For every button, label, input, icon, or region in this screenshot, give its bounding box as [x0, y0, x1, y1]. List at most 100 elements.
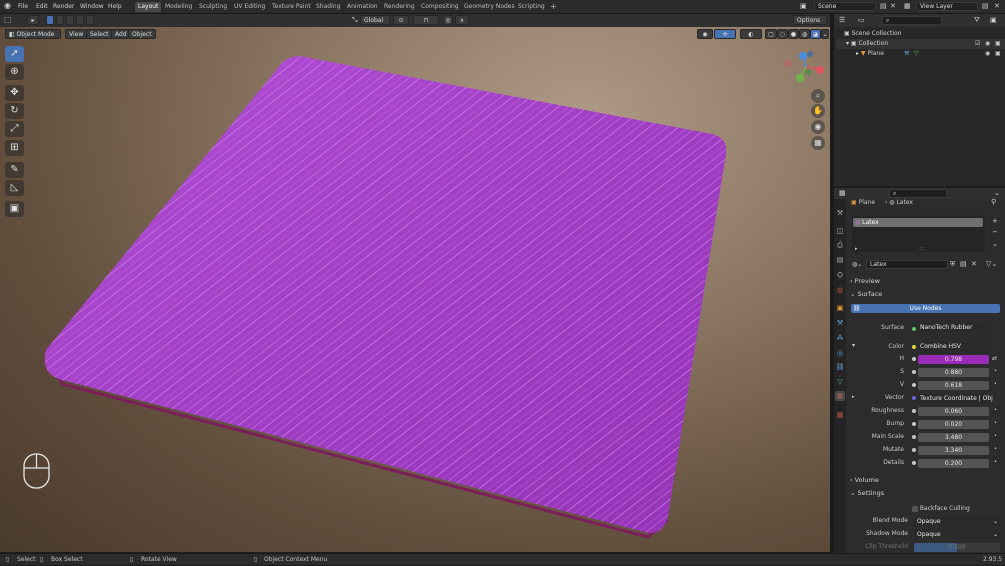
shading-options-icon[interactable]: ⌄ [821, 29, 829, 39]
shadow-mode-dropdown[interactable]: Opaque ⌄ [914, 530, 1000, 539]
cursor-tool-icon[interactable]: ⊕ [5, 64, 24, 80]
pivot-point-icon[interactable]: ⊙ [393, 15, 409, 25]
move-tool-icon[interactable]: ✥ [5, 85, 24, 101]
tab-scripting[interactable]: Scripting [515, 2, 548, 12]
view-layer-tab-icon[interactable]: ▤ [835, 255, 845, 265]
particles-tab-icon[interactable]: ⁂ [835, 333, 845, 343]
select-box-tool-icon[interactable]: ➚ [5, 46, 24, 62]
tab-shading[interactable]: Shading [313, 2, 343, 12]
scene-tab-icon[interactable]: ⛭ [835, 270, 845, 280]
shading-wireframe-icon[interactable]: ◌ [777, 29, 788, 39]
tool-tab-icon[interactable]: ⚒ [835, 208, 845, 218]
blend-mode-dropdown[interactable]: Opaque ⌄ [914, 517, 1000, 526]
falloff-icon[interactable]: ∧ [455, 15, 469, 25]
gizmo-toggle-icon[interactable]: ✣ [714, 29, 736, 39]
object-tab-icon[interactable]: ▣ [835, 303, 845, 313]
surface-section-header[interactable]: ⌄ Surface [850, 290, 882, 298]
view-layer-close-icon[interactable]: ✕ [994, 2, 1000, 10]
use-nodes-button[interactable]: ⛓ Use Nodes [851, 304, 1000, 313]
backface-culling-checkbox[interactable]: Backface Culling [912, 504, 970, 513]
link-type-icon[interactable]: ▽⌄ [986, 260, 997, 268]
slot-list-expand-icon[interactable]: ▸ [855, 246, 858, 252]
world-tab-icon[interactable]: ◍ [835, 285, 845, 295]
scene-copy-icon[interactable]: ▤ [880, 2, 887, 10]
outliner-row-collection[interactable]: ▾ ▣ Collection ☑ ◉ ▣ [836, 39, 1005, 49]
s-value-field[interactable]: 0.880 [918, 368, 989, 377]
add-cube-tool-icon[interactable]: ▣ [5, 201, 24, 217]
tab-texture-paint[interactable]: Texture Paint [269, 2, 314, 12]
select-mode-new-icon[interactable] [46, 15, 54, 25]
add-workspace-button[interactable]: + [547, 2, 560, 12]
camera-view-icon[interactable]: ◉ [811, 120, 825, 134]
axis-gizmo[interactable] [782, 49, 832, 99]
browse-material-icon[interactable]: ◍⌄ [852, 260, 864, 269]
render-tab-icon[interactable]: ◫ [835, 226, 845, 236]
3d-viewport[interactable] [0, 14, 830, 552]
pan-hand-icon[interactable]: ✋ [811, 104, 825, 118]
modifier-wrench-icon[interactable]: ⚒ [904, 49, 909, 59]
select-mode-extend-icon[interactable] [56, 15, 64, 25]
properties-search-input[interactable]: ⌕ [889, 189, 947, 198]
blender-logo-icon[interactable]: ◉ [4, 1, 11, 10]
proportional-edit-icon[interactable]: ◎ [443, 15, 453, 25]
output-tab-icon[interactable]: ⎙ [835, 240, 845, 250]
add-slot-icon[interactable]: + [992, 217, 998, 225]
collapse-icon[interactable]: ⌄ [994, 189, 1000, 197]
duplicate-material-icon[interactable]: ▤ [960, 260, 967, 268]
mutate-value-field[interactable]: 3.340 [918, 446, 989, 455]
menu-render[interactable]: Render [53, 3, 74, 10]
ortho-grid-icon[interactable]: ▦ [811, 136, 825, 150]
v-keyframe-icon[interactable]: • [994, 381, 997, 387]
tab-compositing[interactable]: Compositing [418, 2, 462, 12]
outliner-type-icon[interactable]: ☰ [839, 16, 845, 24]
viewport-menu-object[interactable]: Object [128, 29, 156, 39]
shading-solid-icon[interactable]: ● [788, 29, 799, 39]
tab-geometry-nodes[interactable]: Geometry Nodes [461, 2, 518, 12]
select-tool-icon[interactable]: ▸ [27, 15, 39, 25]
remove-slot-icon[interactable]: − [992, 228, 998, 236]
details-value-field[interactable]: 0.200 [918, 459, 989, 468]
v-value-field[interactable]: 0.618 [918, 381, 989, 390]
tab-modeling[interactable]: Modeling [162, 2, 195, 12]
options-dropdown[interactable]: Options [793, 15, 827, 25]
tab-rendering[interactable]: Rendering [381, 2, 418, 12]
select-mode-intersect-icon[interactable] [86, 15, 94, 25]
roughness-value-field[interactable]: 0.060 [918, 407, 989, 416]
scene-selector[interactable]: Scene [814, 2, 876, 11]
fake-user-icon[interactable]: ⛨ [950, 260, 955, 269]
slot-list-resize-icon[interactable]: :::: [918, 246, 925, 252]
mesh-data-icon[interactable]: ▽ [914, 49, 919, 59]
h-keyframe-icon[interactable]: ⇄ [992, 355, 997, 362]
settings-section-header[interactable]: ⌄ Settings [850, 489, 884, 497]
display-mode-icon[interactable]: ▭ [858, 16, 865, 24]
select-mode-subtract-icon[interactable] [66, 15, 74, 25]
view-layer-copy-icon[interactable]: ▤ [982, 2, 989, 10]
s-keyframe-icon[interactable]: • [994, 368, 997, 374]
new-collection-icon[interactable]: ▣ [990, 16, 997, 24]
bump-value-field[interactable]: 0.020 [918, 420, 989, 429]
main-scale-keyframe-icon[interactable]: • [994, 433, 997, 439]
material-slot-row[interactable]: ◍ Latex [853, 218, 983, 227]
viewport-menu-select[interactable]: Select [86, 29, 113, 39]
tab-layout[interactable]: Layout [135, 2, 162, 12]
tab-uv-editing[interactable]: UV Editing [231, 2, 268, 12]
visibility-eye-icon[interactable]: ◉ [985, 39, 990, 49]
select-mode-invert-icon[interactable] [76, 15, 84, 25]
vector-input-field[interactable]: Texture Coordinate | Obje... [918, 394, 993, 403]
h-value-field[interactable]: 0.798 [918, 355, 989, 364]
slot-specials-icon[interactable]: ⌄ [992, 240, 998, 248]
tab-animation[interactable]: Animation [344, 2, 381, 12]
bump-keyframe-icon[interactable]: • [994, 420, 997, 426]
surface-shader-field[interactable]: NanoTech Rubber [918, 323, 989, 332]
transform-tool-icon[interactable]: ⊞ [5, 140, 24, 156]
visibility-eye-icon[interactable]: ◉ [985, 49, 990, 59]
properties-type-icon[interactable]: ▦ [839, 189, 846, 197]
details-keyframe-icon[interactable]: • [994, 459, 997, 465]
measure-tool-icon[interactable]: ◺ [5, 180, 24, 196]
editor-type-icon[interactable]: ⬚ [4, 15, 12, 24]
roughness-keyframe-icon[interactable]: • [994, 407, 997, 413]
scale-tool-icon[interactable]: ⤢ [5, 121, 24, 137]
tab-sculpting[interactable]: Sculpting [196, 2, 230, 12]
render-camera-icon[interactable]: ▣ [995, 39, 1001, 49]
filter-icon[interactable]: ⛛ [974, 16, 980, 25]
